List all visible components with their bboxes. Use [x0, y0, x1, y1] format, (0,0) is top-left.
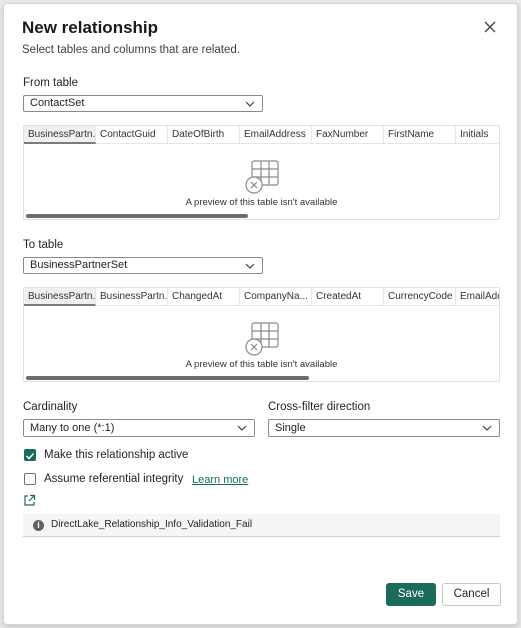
column-header[interactable]: BusinessPartn... — [24, 126, 96, 144]
column-header[interactable]: CreatedAt — [312, 288, 384, 306]
cross-filter-value: Single — [275, 422, 306, 434]
horizontal-scrollbar[interactable] — [26, 214, 248, 218]
cardinality-value: Many to one (*:1) — [30, 422, 115, 434]
preview-unavailable-message: A preview of this table isn't available — [185, 359, 338, 370]
chevron-down-icon — [245, 101, 255, 107]
info-message-bar: i DirectLake_Relationship_Info_Validatio… — [23, 514, 500, 537]
info-icon: i — [33, 520, 44, 531]
to-table-preview: BusinessPartn... BusinessPartn... Change… — [23, 287, 500, 382]
column-header[interactable]: BusinessPartn... — [96, 288, 168, 306]
column-header[interactable]: DateOfBirth — [168, 126, 240, 144]
table-unavailable-icon — [245, 160, 279, 194]
column-header[interactable]: ChangedAt — [168, 288, 240, 306]
horizontal-scrollbar[interactable] — [26, 376, 309, 380]
checkmark-icon — [25, 452, 35, 460]
save-button[interactable]: Save — [386, 583, 436, 606]
chevron-down-icon — [482, 425, 492, 431]
cross-filter-label: Cross-filter direction — [268, 401, 371, 413]
make-active-checkbox[interactable] — [24, 449, 36, 461]
column-header[interactable]: EmailAddress — [240, 126, 312, 144]
column-header[interactable]: CurrencyCode — [384, 288, 456, 306]
column-header[interactable]: FaxNumber — [312, 126, 384, 144]
cardinality-label: Cardinality — [23, 401, 78, 413]
learn-more-link[interactable]: Learn more — [192, 474, 248, 486]
info-message-text: DirectLake_Relationship_Info_Validation_… — [51, 519, 253, 530]
open-external-icon[interactable] — [23, 494, 36, 507]
referential-integrity-label: Assume referential integrity — [44, 473, 184, 485]
chevron-down-icon — [245, 263, 255, 269]
from-table-dropdown[interactable]: ContactSet — [23, 95, 263, 112]
from-table-label: From table — [23, 77, 78, 89]
cross-filter-dropdown[interactable]: Single — [268, 419, 500, 437]
column-header[interactable]: EmailAdd — [456, 288, 499, 306]
from-table-value: ContactSet — [30, 97, 85, 109]
column-header[interactable]: CompanyNa... — [240, 288, 312, 306]
dialog-subtitle: Select tables and columns that are relat… — [22, 44, 240, 56]
close-icon[interactable] — [481, 18, 499, 36]
from-table-preview: BusinessPartn... ContactGuid DateOfBirth… — [23, 125, 500, 220]
dialog-title: New relationship — [22, 18, 159, 37]
cardinality-dropdown[interactable]: Many to one (*:1) — [23, 419, 255, 437]
preview-unavailable-message: A preview of this table isn't available — [185, 197, 338, 208]
new-relationship-dialog: New relationship Select tables and colum… — [3, 3, 518, 625]
column-header[interactable]: ContactGuid — [96, 126, 168, 144]
from-table-header: BusinessPartn... ContactGuid DateOfBirth… — [24, 126, 499, 144]
chevron-down-icon — [237, 425, 247, 431]
to-table-dropdown[interactable]: BusinessPartnerSet — [23, 257, 263, 274]
column-header[interactable]: Initials — [456, 126, 499, 144]
referential-integrity-checkbox[interactable] — [24, 473, 36, 485]
column-header[interactable]: FirstName — [384, 126, 456, 144]
to-table-value: BusinessPartnerSet — [30, 259, 128, 271]
cancel-button[interactable]: Cancel — [442, 583, 501, 606]
make-active-label: Make this relationship active — [44, 449, 189, 461]
table-unavailable-icon — [245, 322, 279, 356]
column-header[interactable]: BusinessPartn... — [24, 288, 96, 306]
to-table-label: To table — [23, 239, 64, 251]
to-table-header: BusinessPartn... BusinessPartn... Change… — [24, 288, 499, 306]
